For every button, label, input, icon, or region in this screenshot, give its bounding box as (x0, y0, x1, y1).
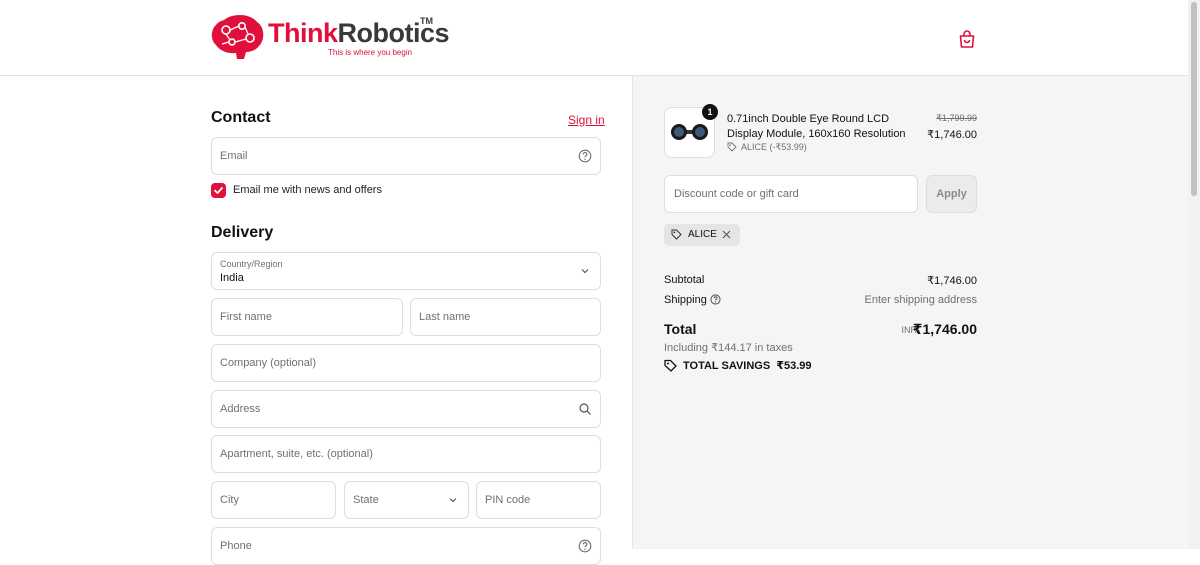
first-name-field[interactable]: First name (211, 298, 403, 336)
product-name: 0.71inch Double Eye Round LCD Display Mo… (727, 113, 906, 140)
tag-icon (727, 142, 737, 152)
discount-code-input[interactable]: Discount code or gift card (664, 175, 918, 213)
tag-icon (664, 359, 677, 372)
logo-trademark: TM (420, 16, 433, 26)
checkmark-icon (214, 187, 223, 194)
discount-code-placeholder: Discount code or gift card (674, 188, 799, 200)
company-field[interactable]: Company (optional) (211, 344, 601, 382)
subtotal-value: ₹1,746.00 (927, 275, 977, 287)
email-field[interactable]: Email (211, 137, 601, 175)
pin-code-placeholder: PIN code (485, 494, 531, 506)
apartment-placeholder: Apartment, suite, etc. (optional) (220, 448, 373, 460)
quantity-badge: 1 (702, 104, 718, 120)
pin-code-field[interactable]: PIN code (476, 481, 601, 519)
city-field[interactable]: City (211, 481, 336, 519)
chevron-down-icon (581, 269, 589, 274)
help-circle-icon[interactable] (710, 294, 721, 305)
sign-in-link[interactable]: Sign in (568, 113, 605, 127)
search-icon (579, 403, 591, 415)
last-name-placeholder: Last name (419, 311, 471, 323)
applied-discount-chip: ALICE (664, 224, 740, 246)
country-value: India (220, 272, 244, 284)
phone-field[interactable]: Phone (211, 527, 601, 565)
address-placeholder: Address (220, 403, 261, 415)
close-icon[interactable] (721, 229, 732, 240)
country-select[interactable]: Country/Region India (211, 252, 601, 290)
contact-heading: Contact (211, 109, 271, 126)
country-label: Country/Region (220, 259, 283, 269)
original-price: ₹1,799.99 (936, 113, 977, 123)
tag-icon (671, 229, 682, 240)
state-placeholder: State (353, 494, 379, 506)
total-label: Total (664, 321, 697, 337)
first-name-placeholder: First name (220, 311, 272, 323)
savings-label: TOTAL SAVINGS (683, 360, 771, 372)
shopping-bag-icon (959, 30, 975, 48)
total-savings: TOTAL SAVINGS ₹53.99 (683, 359, 812, 372)
order-summary-panel (632, 76, 1189, 549)
product-price: ₹1,746.00 (927, 129, 977, 141)
subtotal-label: Subtotal (664, 274, 705, 286)
header: ThinkRobotics TM This is where you begin (0, 0, 1188, 76)
help-circle-icon[interactable] (578, 539, 592, 553)
last-name-field[interactable]: Last name (410, 298, 601, 336)
delivery-heading: Delivery (211, 224, 274, 241)
newsletter-checkbox[interactable] (211, 183, 226, 198)
help-circle-icon[interactable] (578, 149, 592, 163)
product-discount: ALICE (-₹53.99) (741, 142, 807, 152)
logo[interactable]: ThinkRobotics TM This is where you begin (210, 14, 450, 60)
apply-button[interactable]: Apply (926, 175, 977, 213)
newsletter-label: Email me with news and offers (233, 184, 382, 196)
cart-button[interactable] (956, 28, 978, 50)
tax-note: Including ₹144.17 in taxes (664, 342, 793, 354)
phone-placeholder: Phone (220, 540, 252, 552)
city-placeholder: City (220, 494, 239, 506)
shipping-label: Shipping (664, 294, 707, 306)
page-scrollbar[interactable] (1188, 0, 1200, 549)
apartment-field[interactable]: Apartment, suite, etc. (optional) (211, 435, 601, 473)
total-value: ₹1,746.00 (912, 321, 977, 337)
scrollbar-thumb[interactable] (1191, 2, 1197, 196)
logo-think: Think (268, 18, 338, 48)
state-select[interactable]: State (344, 481, 469, 519)
applied-code: ALICE (688, 229, 717, 240)
address-field[interactable]: Address (211, 390, 601, 428)
chevron-down-icon (449, 498, 457, 503)
savings-value: ₹53.99 (776, 360, 812, 372)
brain-gear-logo-icon (211, 14, 264, 59)
email-placeholder: Email (220, 150, 248, 162)
company-placeholder: Company (optional) (220, 357, 316, 369)
shipping-value: Enter shipping address (864, 294, 977, 306)
logo-tagline: This is where you begin (328, 48, 413, 57)
